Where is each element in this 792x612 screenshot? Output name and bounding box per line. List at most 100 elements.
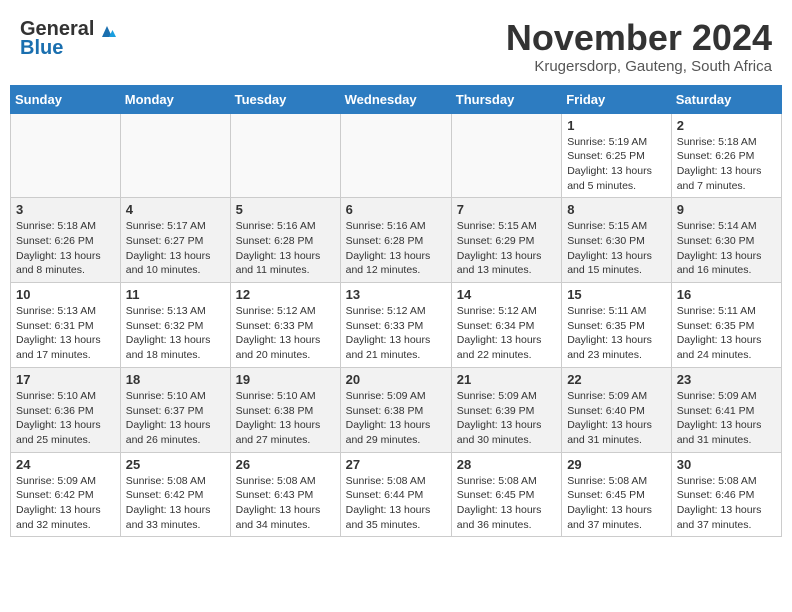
calendar-week-1: 1 Sunrise: 5:19 AMSunset: 6:25 PMDaylight… [11, 113, 782, 198]
calendar-cell: 20 Sunrise: 5:09 AMSunset: 6:38 PMDayligh… [340, 367, 451, 452]
calendar-week-5: 24 Sunrise: 5:09 AMSunset: 6:42 PMDayligh… [11, 452, 782, 537]
day-info: Sunrise: 5:16 AMSunset: 6:28 PMDaylight:… [236, 219, 335, 278]
calendar-cell [230, 113, 340, 198]
calendar-cell [340, 113, 451, 198]
day-number: 8 [567, 202, 666, 217]
day-number: 20 [346, 372, 446, 387]
day-number: 4 [126, 202, 225, 217]
month-title: November 2024 [506, 18, 772, 58]
day-info: Sunrise: 5:13 AMSunset: 6:32 PMDaylight:… [126, 304, 225, 363]
weekday-header-monday: Monday [120, 85, 230, 113]
day-number: 24 [16, 457, 115, 472]
day-number: 29 [567, 457, 666, 472]
day-info: Sunrise: 5:11 AMSunset: 6:35 PMDaylight:… [677, 304, 776, 363]
day-info: Sunrise: 5:10 AMSunset: 6:36 PMDaylight:… [16, 389, 115, 448]
day-number: 19 [236, 372, 335, 387]
day-number: 28 [457, 457, 556, 472]
day-number: 14 [457, 287, 556, 302]
calendar-cell [451, 113, 561, 198]
day-info: Sunrise: 5:13 AMSunset: 6:31 PMDaylight:… [16, 304, 115, 363]
day-info: Sunrise: 5:09 AMSunset: 6:38 PMDaylight:… [346, 389, 446, 448]
day-number: 22 [567, 372, 666, 387]
calendar-cell: 1 Sunrise: 5:19 AMSunset: 6:25 PMDaylight… [562, 113, 672, 198]
day-info: Sunrise: 5:08 AMSunset: 6:45 PMDaylight:… [567, 474, 666, 533]
calendar-cell: 18Sunrise: 5:10 AMSunset: 6:37 PMDayligh… [120, 367, 230, 452]
weekday-header-friday: Friday [562, 85, 672, 113]
day-number: 21 [457, 372, 556, 387]
day-number: 1 [567, 118, 666, 133]
day-info: Sunrise: 5:17 AMSunset: 6:27 PMDaylight:… [126, 219, 225, 278]
calendar-cell: 19 Sunrise: 5:10 AMSunset: 6:38 PMDayligh… [230, 367, 340, 452]
calendar-week-4: 17 Sunrise: 5:10 AMSunset: 6:36 PMDayligh… [11, 367, 782, 452]
calendar-cell [120, 113, 230, 198]
calendar-cell: 15 Sunrise: 5:11 AMSunset: 6:35 PMDayligh… [562, 283, 672, 368]
day-number: 11 [126, 287, 225, 302]
day-info: Sunrise: 5:09 AMSunset: 6:42 PMDaylight:… [16, 474, 115, 533]
day-info: Sunrise: 5:11 AMSunset: 6:35 PMDaylight:… [567, 304, 666, 363]
calendar-week-2: 3Sunrise: 5:18 AMSunset: 6:26 PMDaylight… [11, 198, 782, 283]
day-info: Sunrise: 5:12 AMSunset: 6:33 PMDaylight:… [346, 304, 446, 363]
calendar-cell: 22 Sunrise: 5:09 AMSunset: 6:40 PMDayligh… [562, 367, 672, 452]
calendar-cell: 16 Sunrise: 5:11 AMSunset: 6:35 PMDayligh… [671, 283, 781, 368]
calendar-table: SundayMondayTuesdayWednesdayThursdayFrid… [10, 85, 782, 538]
day-number: 9 [677, 202, 776, 217]
day-number: 16 [677, 287, 776, 302]
day-number: 5 [236, 202, 335, 217]
day-number: 2 [677, 118, 776, 133]
day-number: 12 [236, 287, 335, 302]
day-number: 10 [16, 287, 115, 302]
day-info: Sunrise: 5:19 AMSunset: 6:25 PMDaylight:… [567, 135, 666, 194]
weekday-header-saturday: Saturday [671, 85, 781, 113]
calendar-cell: 23Sunrise: 5:09 AMSunset: 6:41 PMDayligh… [671, 367, 781, 452]
day-number: 17 [16, 372, 115, 387]
calendar-cell: 6Sunrise: 5:16 AMSunset: 6:28 PMDaylight… [340, 198, 451, 283]
day-info: Sunrise: 5:08 AMSunset: 6:46 PMDaylight:… [677, 474, 776, 533]
calendar-cell: 13 Sunrise: 5:12 AMSunset: 6:33 PMDayligh… [340, 283, 451, 368]
title-area: November 2024 Krugersdorp, Gauteng, Sout… [506, 18, 772, 75]
day-number: 18 [126, 372, 225, 387]
day-number: 13 [346, 287, 446, 302]
calendar-cell: 14Sunrise: 5:12 AMSunset: 6:34 PMDayligh… [451, 283, 561, 368]
day-number: 23 [677, 372, 776, 387]
calendar-cell: 21 Sunrise: 5:09 AMSunset: 6:39 PMDayligh… [451, 367, 561, 452]
calendar-cell: 25Sunrise: 5:08 AMSunset: 6:42 PMDayligh… [120, 452, 230, 537]
day-number: 6 [346, 202, 446, 217]
calendar-cell: 4 Sunrise: 5:17 AMSunset: 6:27 PMDaylight… [120, 198, 230, 283]
weekday-header-tuesday: Tuesday [230, 85, 340, 113]
day-info: Sunrise: 5:08 AMSunset: 6:44 PMDaylight:… [346, 474, 446, 533]
day-info: Sunrise: 5:08 AMSunset: 6:42 PMDaylight:… [126, 474, 225, 533]
day-info: Sunrise: 5:09 AMSunset: 6:40 PMDaylight:… [567, 389, 666, 448]
logo: General Blue [20, 18, 118, 60]
day-info: Sunrise: 5:18 AMSunset: 6:26 PMDaylight:… [677, 135, 776, 194]
calendar-cell: 24 Sunrise: 5:09 AMSunset: 6:42 PMDayligh… [11, 452, 121, 537]
calendar-cell: 7Sunrise: 5:15 AMSunset: 6:29 PMDaylight… [451, 198, 561, 283]
day-info: Sunrise: 5:10 AMSunset: 6:38 PMDaylight:… [236, 389, 335, 448]
calendar-cell: 9 Sunrise: 5:14 AMSunset: 6:30 PMDaylight… [671, 198, 781, 283]
calendar-week-3: 10 Sunrise: 5:13 AMSunset: 6:31 PMDayligh… [11, 283, 782, 368]
location-label: Krugersdorp, Gauteng, South Africa [506, 58, 772, 75]
calendar-cell: 12 Sunrise: 5:12 AMSunset: 6:33 PMDayligh… [230, 283, 340, 368]
day-info: Sunrise: 5:15 AMSunset: 6:29 PMDaylight:… [457, 219, 556, 278]
weekday-header-thursday: Thursday [451, 85, 561, 113]
calendar-cell: 17 Sunrise: 5:10 AMSunset: 6:36 PMDayligh… [11, 367, 121, 452]
day-number: 30 [677, 457, 776, 472]
day-info: Sunrise: 5:08 AMSunset: 6:43 PMDaylight:… [236, 474, 335, 533]
day-info: Sunrise: 5:15 AMSunset: 6:30 PMDaylight:… [567, 219, 666, 278]
day-number: 15 [567, 287, 666, 302]
day-info: Sunrise: 5:12 AMSunset: 6:33 PMDaylight:… [236, 304, 335, 363]
calendar-cell: 27 Sunrise: 5:08 AMSunset: 6:44 PMDayligh… [340, 452, 451, 537]
day-number: 27 [346, 457, 446, 472]
day-info: Sunrise: 5:09 AMSunset: 6:39 PMDaylight:… [457, 389, 556, 448]
logo-icon [96, 19, 118, 41]
calendar-cell: 10 Sunrise: 5:13 AMSunset: 6:31 PMDayligh… [11, 283, 121, 368]
calendar-cell: 30 Sunrise: 5:08 AMSunset: 6:46 PMDayligh… [671, 452, 781, 537]
day-number: 26 [236, 457, 335, 472]
day-number: 3 [16, 202, 115, 217]
calendar-header-row: SundayMondayTuesdayWednesdayThursdayFrid… [11, 85, 782, 113]
calendar-cell [11, 113, 121, 198]
calendar-cell: 8 Sunrise: 5:15 AMSunset: 6:30 PMDaylight… [562, 198, 672, 283]
calendar-cell: 3Sunrise: 5:18 AMSunset: 6:26 PMDaylight… [11, 198, 121, 283]
calendar-cell: 5 Sunrise: 5:16 AMSunset: 6:28 PMDaylight… [230, 198, 340, 283]
calendar-cell: 2 Sunrise: 5:18 AMSunset: 6:26 PMDaylight… [671, 113, 781, 198]
day-info: Sunrise: 5:14 AMSunset: 6:30 PMDaylight:… [677, 219, 776, 278]
